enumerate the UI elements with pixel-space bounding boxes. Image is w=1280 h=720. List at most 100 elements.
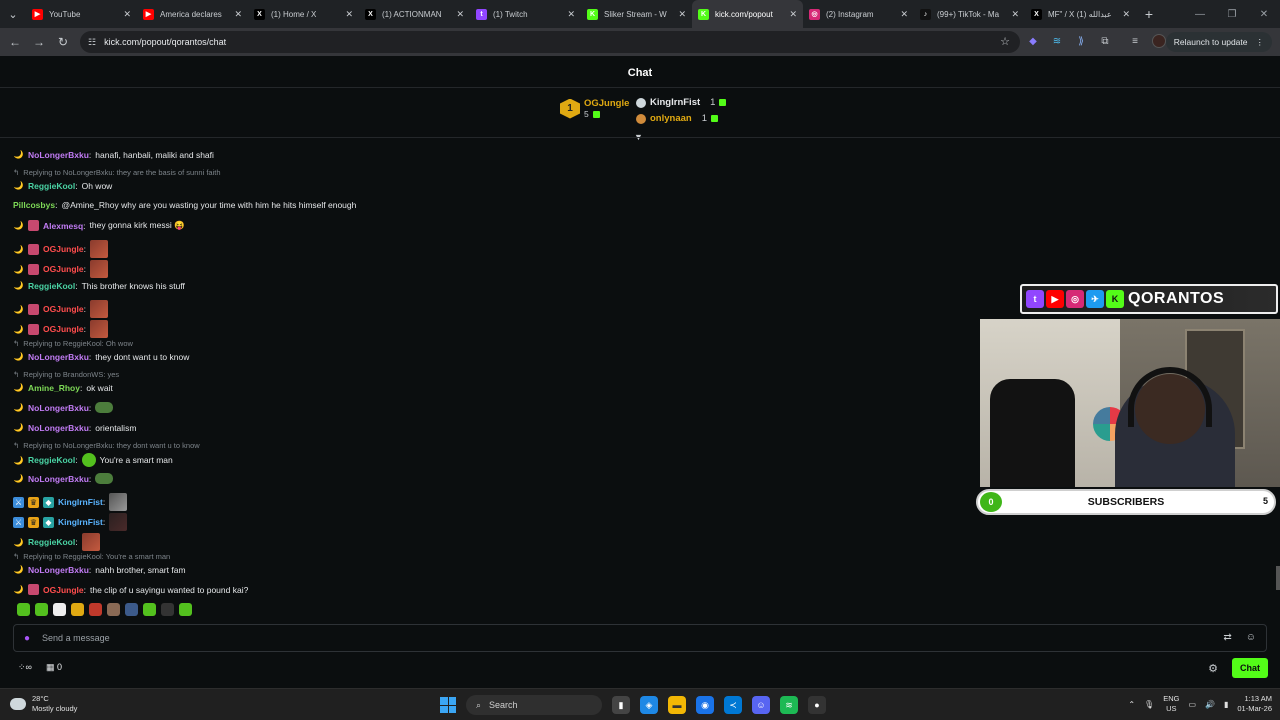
taskbar-search[interactable]: ⌕ Search xyxy=(466,695,602,715)
chat-message[interactable]: 🌙 OGJungle: xyxy=(13,320,108,338)
chat-message[interactable]: ⚔ ♛ ◆ KingIrnFist: xyxy=(13,513,128,531)
site-info-icon[interactable]: ☷ xyxy=(88,37,96,48)
reply-context[interactable]: ↰ Replying to BrandonWS: yes xyxy=(13,370,119,379)
emote-button[interactable] xyxy=(71,603,84,616)
battery-icon[interactable]: ▮ xyxy=(1224,700,1228,709)
emote-button[interactable] xyxy=(89,603,102,616)
translate-extension-icon[interactable]: ≋ xyxy=(1050,34,1064,48)
chat-message[interactable]: 🌙 OGJungle: xyxy=(13,300,108,318)
profile-avatar[interactable] xyxy=(1152,34,1166,48)
microphone-tray-icon[interactable]: 🎙 xyxy=(1144,700,1154,709)
browser-tab[interactable]: X (1) Home / X ✕ xyxy=(248,0,359,28)
clock[interactable]: 1:13 AM 01-Mar-26 xyxy=(1237,694,1272,714)
close-tab-icon[interactable]: ✕ xyxy=(1122,9,1130,20)
translate-icon[interactable]: ⇄ xyxy=(1223,632,1231,643)
task-view-icon[interactable]: ▮ xyxy=(612,696,630,714)
extension-icon[interactable]: ⟫ xyxy=(1074,34,1088,48)
chat-message[interactable]: 🌙 ReggieKool: Oh wow xyxy=(13,180,113,191)
scrollbar-thumb[interactable] xyxy=(1276,566,1280,590)
chat-username[interactable]: OGJungle xyxy=(43,264,84,274)
more-menu-icon[interactable]: ⋮ xyxy=(1256,37,1265,48)
close-tab-icon[interactable]: ✕ xyxy=(456,9,464,20)
chat-username[interactable]: KingIrnFist xyxy=(58,497,103,507)
emote-button[interactable] xyxy=(161,603,174,616)
bookmark-star-icon[interactable]: ☆ xyxy=(1000,35,1010,48)
chat-message[interactable]: 🌙 ReggieKool: xyxy=(13,533,100,551)
chat-message[interactable]: 🌙 NoLongerBxku: xyxy=(13,402,114,413)
reply-context[interactable]: ↰ Replying to NoLongerBxku: they dont wan… xyxy=(13,441,200,450)
emote-button[interactable] xyxy=(179,603,192,616)
reply-context[interactable]: ↰ Replying to NoLongerBxku: they are the … xyxy=(13,168,221,177)
emote-button[interactable] xyxy=(17,603,30,616)
leaderboard-first[interactable]: 1 OGJungle 5 xyxy=(560,98,629,119)
reload-icon[interactable]: ↻ xyxy=(51,35,75,49)
new-tab-button[interactable]: + xyxy=(1136,6,1162,22)
moderation-icon[interactable]: ⁘∞ xyxy=(18,662,32,673)
close-tab-icon[interactable]: ✕ xyxy=(678,9,686,20)
relaunch-button[interactable]: Relaunch to update ⋮ xyxy=(1165,32,1272,52)
leaderboard-second[interactable]: KingIrnFist 1 xyxy=(636,97,727,108)
close-tab-icon[interactable]: ✕ xyxy=(123,9,131,20)
spotify-icon[interactable]: ≋ xyxy=(780,696,798,714)
emote-button[interactable] xyxy=(35,603,48,616)
minimize-icon[interactable]: — xyxy=(1184,9,1216,20)
copilot-icon[interactable]: ◈ xyxy=(640,696,658,714)
chat-username[interactable]: OGJungle xyxy=(43,304,84,314)
leaderboard-third[interactable]: onlynaan 1 xyxy=(636,113,718,124)
close-tab-icon[interactable]: ✕ xyxy=(789,9,797,20)
emoji-icon[interactable]: ☺ xyxy=(1246,632,1256,643)
browser-tab[interactable]: X (1) ACTIONMAN ✕ xyxy=(359,0,470,28)
emote-button[interactable] xyxy=(143,603,156,616)
extension-icon[interactable]: ◆ xyxy=(1026,34,1040,48)
chat-message[interactable]: 🌙 ReggieKool: This brother knows his stuff xyxy=(13,280,185,291)
browser-tab[interactable]: K Sliker Stream - W ✕ xyxy=(581,0,692,28)
close-tab-icon[interactable]: ✕ xyxy=(234,9,242,20)
settings-gear-icon[interactable]: ⚙ xyxy=(1208,662,1218,675)
emote-button[interactable] xyxy=(107,603,120,616)
network-icon[interactable]: ▭ xyxy=(1188,700,1196,709)
chat-username[interactable]: OGJungle xyxy=(43,324,84,334)
language-indicator[interactable]: ENG US xyxy=(1163,694,1179,714)
chat-send-button[interactable]: Chat xyxy=(1232,658,1268,678)
reply-context[interactable]: ↰ Replying to ReggieKool: Oh wow xyxy=(13,339,133,348)
chat-username[interactable]: NoLongerBxku xyxy=(28,565,89,575)
chat-username[interactable]: NoLongerBxku xyxy=(28,150,89,160)
browser-tab[interactable]: ♪ (99+) TikTok - Ma ✕ xyxy=(914,0,1025,28)
vscode-icon[interactable]: ≺ xyxy=(724,696,742,714)
chat-message[interactable]: 🌙 OGJungle: xyxy=(13,260,108,278)
browser-tab[interactable]: ◎ (2) Instagram ✕ xyxy=(803,0,914,28)
emote-button[interactable] xyxy=(53,603,66,616)
volume-icon[interactable]: 🔊 xyxy=(1205,700,1215,709)
gift-store-button[interactable]: ▦ 0 xyxy=(46,662,62,673)
chat-username[interactable]: ReggieKool xyxy=(28,455,75,465)
chat-message[interactable]: 🌙 OGJungle: xyxy=(13,240,108,258)
chat-username[interactable]: Alexmesq xyxy=(43,221,83,231)
chat-username[interactable]: Amine_Rhoy xyxy=(28,383,80,393)
chat-message[interactable]: 🌙 NoLongerBxku: xyxy=(13,473,114,484)
close-tab-icon[interactable]: ✕ xyxy=(1011,9,1019,20)
reply-context[interactable]: ↰ Replying to ReggieKool: You're a smart … xyxy=(13,552,170,561)
tab-search-icon[interactable]: ⌄ xyxy=(0,0,26,28)
chat-message[interactable]: ⚔ ♛ ◆ KingIrnFist: xyxy=(13,493,128,511)
chat-username[interactable]: NoLongerBxku xyxy=(28,423,89,433)
close-window-icon[interactable]: ✕ xyxy=(1248,9,1280,20)
chat-message[interactable]: 🌙 NoLongerBxku: nahh brother, smart fam xyxy=(13,564,186,575)
chat-message[interactable]: 🌙 NoLongerBxku: they dont want u to know xyxy=(13,351,190,362)
chat-message[interactable]: 🌙 ReggieKool: You're a smart man xyxy=(13,453,173,467)
chat-message[interactable]: 🌙 OGJungle: the clip of u sayingu wanted t… xyxy=(13,584,248,595)
emote-button[interactable] xyxy=(125,603,138,616)
browser-tab[interactable]: t (1) Twitch ✕ xyxy=(470,0,581,28)
chat-username[interactable]: NoLongerBxku xyxy=(28,403,89,413)
weather-widget[interactable]: 28°C Mostly cloudy xyxy=(10,694,77,714)
chat-username[interactable]: OGJungle xyxy=(43,585,84,595)
puzzle-icon[interactable]: ⧉ xyxy=(1098,34,1112,48)
app-icon[interactable]: ● xyxy=(808,696,826,714)
chat-message[interactable]: 🌙 Alexmesq: they gonna kirk messi 😝 xyxy=(13,220,185,231)
chat-username[interactable]: KingIrnFist xyxy=(58,517,103,527)
browser-tab[interactable]: Kkick.com/popout ✕ xyxy=(692,0,803,28)
close-tab-icon[interactable]: ✕ xyxy=(345,9,353,20)
discord-icon[interactable]: ☺ xyxy=(752,696,770,714)
close-tab-icon[interactable]: ✕ xyxy=(900,9,908,20)
chat-username[interactable]: ReggieKool xyxy=(28,181,75,191)
reading-list-icon[interactable]: ≡ xyxy=(1128,34,1142,48)
